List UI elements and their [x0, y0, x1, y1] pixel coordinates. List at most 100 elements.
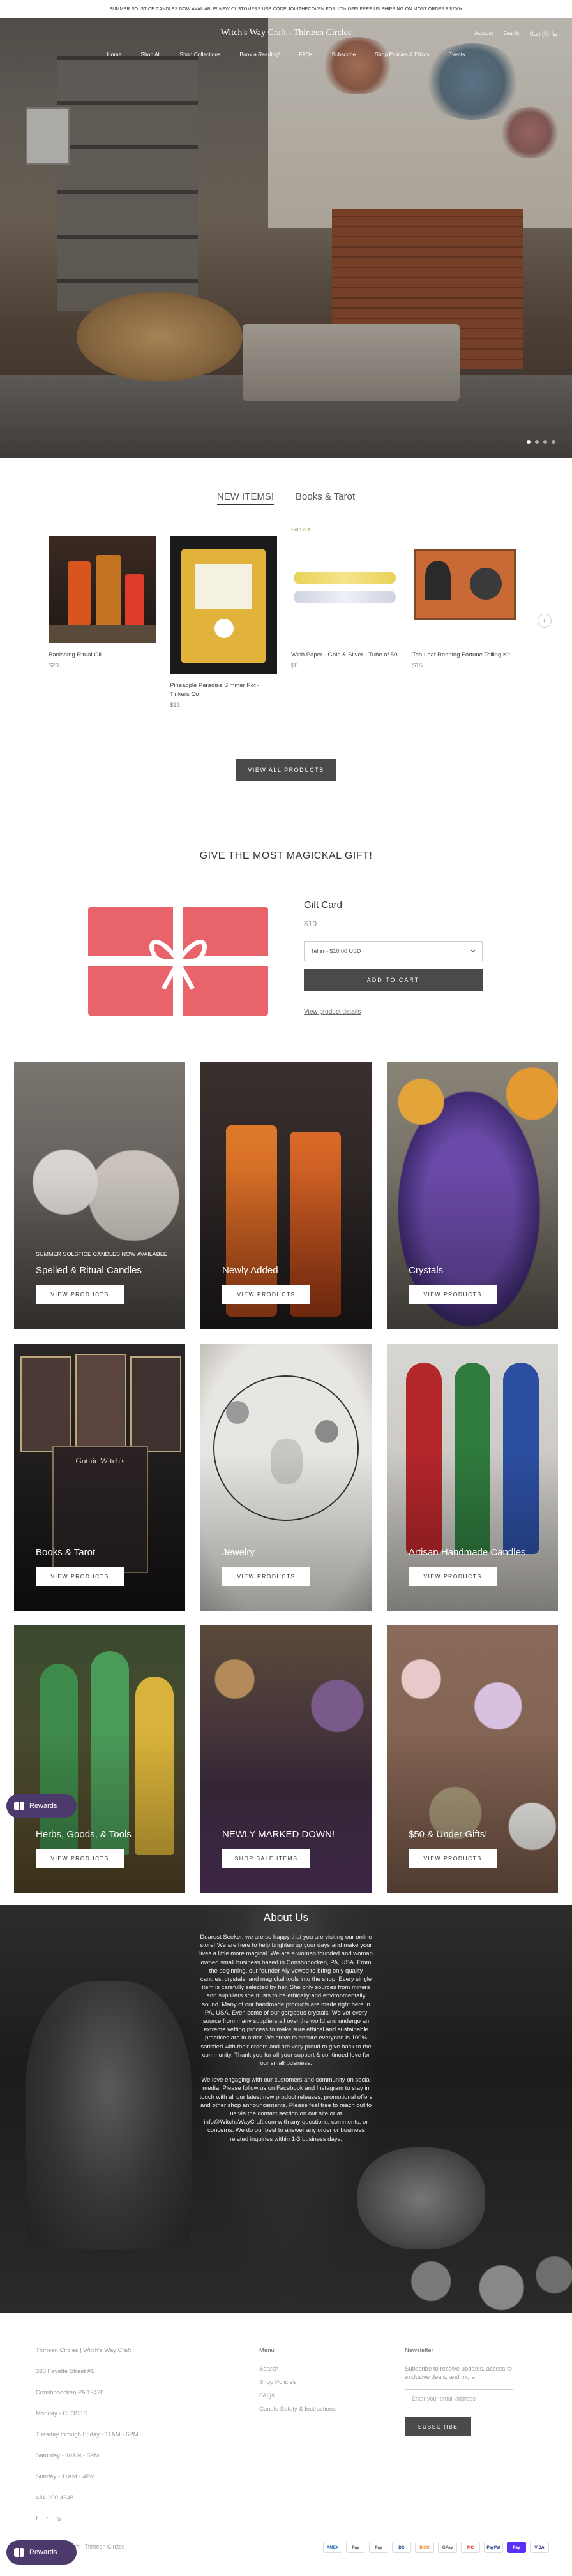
rewards-label: Rewards: [29, 1802, 57, 1810]
hours-sunday: Sunday - 11AM - 4PM: [36, 2473, 95, 2480]
facebook-icon[interactable]: f: [36, 2515, 38, 2523]
rewards-button[interactable]: Rewards: [6, 2540, 77, 2565]
google-pay-icon: GPay: [438, 2542, 457, 2553]
collection-card[interactable]: NEWLY MARKED DOWN! SHOP SALE ITEMS: [200, 1625, 372, 1893]
store-phone: 484-200-4648: [36, 2494, 74, 2501]
view-all-products-button[interactable]: VIEW ALL PRODUCTS: [236, 759, 336, 781]
menu-item-subscribe[interactable]: Subscribe: [331, 51, 356, 57]
store-city: Conshohocken PA 19428: [36, 2389, 104, 2396]
product-image[interactable]: [412, 536, 520, 643]
about-background-skull: [358, 2147, 485, 2249]
slideshow-dots: [527, 440, 555, 444]
product-card[interactable]: Pineapple Paradise Simmer Pot - Tinkers …: [170, 536, 277, 709]
collection-title: $50 & Under Gifts!: [409, 1829, 488, 1840]
menu-item-shop-collections[interactable]: Shop Collections: [180, 51, 221, 57]
product-card[interactable]: Sold out Wish Paper - Gold & Silver - Tu…: [291, 527, 398, 669]
menu-item-events[interactable]: Events: [448, 51, 465, 57]
amex-icon: AMEX: [323, 2542, 342, 2553]
footer-newsletter: Newsletter Subscribe to receive updates,…: [405, 2346, 532, 2436]
view-products-button[interactable]: VIEW PRODUCTS: [409, 1849, 497, 1868]
footer-link-candle-safety[interactable]: Candle Safety & Instructions: [259, 2405, 361, 2413]
product-name[interactable]: Wish Paper - Gold & Silver - Tube of 50: [291, 651, 398, 660]
product-price: $15: [412, 662, 423, 669]
hours-saturday: Saturday - 10AM - 5PM: [36, 2452, 100, 2459]
collection-title: Crystals: [409, 1265, 444, 1276]
about-paragraph: Dearest Seeker, we are so happy that you…: [199, 1934, 373, 2068]
collection-card[interactable]: $50 & Under Gifts! VIEW PRODUCTS: [387, 1625, 558, 1893]
collection-card[interactable]: Artisan Handmade Candles VIEW PRODUCTS: [387, 1344, 558, 1611]
gift-title: Gift Card: [304, 899, 343, 910]
product-image[interactable]: [291, 536, 398, 643]
product-tabs: NEW ITEMS! Books & Tarot: [0, 491, 572, 505]
announcement-text: SUMMER SOLSTICE CANDLES NOW AVAILABLE! N…: [109, 6, 463, 11]
product-name[interactable]: Tea Leaf Reading Fortune Telling Kit: [412, 651, 520, 660]
product-card[interactable]: Tea Leaf Reading Fortune Telling Kit $15: [412, 536, 520, 669]
view-products-button[interactable]: VIEW PRODUCTS: [222, 1285, 310, 1304]
newsletter-email-input[interactable]: Enter your email address: [405, 2389, 513, 2408]
twitter-icon[interactable]: t: [47, 2515, 49, 2523]
view-products-button[interactable]: VIEW PRODUCTS: [409, 1567, 497, 1586]
announcement-bar: SUMMER SOLSTICE CANDLES NOW AVAILABLE! N…: [0, 0, 572, 18]
gift-bow-icon: [88, 907, 268, 1016]
about-text: Dearest Seeker, we are so happy that you…: [199, 1933, 373, 2143]
view-products-button[interactable]: VIEW PRODUCTS: [36, 1567, 124, 1586]
product-price: $13: [170, 702, 180, 709]
slide-dot[interactable]: [535, 440, 539, 444]
footer-link-shop-policies[interactable]: Shop Policies: [259, 2378, 361, 2387]
view-products-button[interactable]: VIEW PRODUCTS: [36, 1849, 124, 1868]
product-name[interactable]: Banishing Ritual Oil: [49, 651, 156, 660]
product-price: $8: [291, 662, 298, 669]
payment-icons: AMEX Pay Pay DC DISC GPay MC PayPal Pay …: [323, 2542, 549, 2553]
collection-card[interactable]: Crystals VIEW PRODUCTS: [387, 1062, 558, 1329]
about-section: About Us Dearest Seeker, we are so happy…: [0, 1905, 572, 2313]
collection-card[interactable]: Newly Added VIEW PRODUCTS: [200, 1062, 372, 1329]
about-background-apples: [396, 2249, 572, 2313]
product-name[interactable]: Pineapple Paradise Simmer Pot - Tinkers …: [170, 681, 277, 699]
rewards-button[interactable]: Rewards: [6, 1794, 77, 1818]
view-products-button[interactable]: VIEW PRODUCTS: [409, 1285, 497, 1304]
hero-slideshow[interactable]: [0, 18, 572, 458]
shop-sale-items-button[interactable]: SHOP SALE ITEMS: [222, 1849, 310, 1868]
product-image[interactable]: [170, 536, 277, 674]
view-products-button[interactable]: VIEW PRODUCTS: [36, 1285, 124, 1304]
cart-icon: [552, 31, 558, 37]
menu-item-policies[interactable]: Shop Policies & Ethics: [375, 51, 429, 57]
footer-link-search[interactable]: Search: [259, 2365, 361, 2373]
collection-card[interactable]: Herbs, Goods, & Tools VIEW PRODUCTS: [14, 1625, 185, 1893]
tab-books-tarot[interactable]: Books & Tarot: [296, 491, 355, 505]
paypal-icon: PayPal: [484, 2542, 503, 2553]
carousel-next-button[interactable]: ›: [538, 614, 552, 628]
shop-pay-icon: Pay: [507, 2542, 526, 2553]
slide-dot[interactable]: [552, 440, 555, 444]
gift-denomination-select[interactable]: Teller - $10.00 USD: [304, 941, 483, 961]
collection-card[interactable]: Gothic Witch's Books & Tarot VIEW PRODUC…: [14, 1344, 185, 1611]
instagram-icon[interactable]: ◎: [57, 2515, 62, 2523]
cart-link[interactable]: Cart (0): [529, 31, 558, 37]
menu-item-book-reading[interactable]: Book a Reading!: [239, 51, 280, 57]
gift-card-image[interactable]: [88, 907, 268, 1016]
view-products-button[interactable]: VIEW PRODUCTS: [222, 1567, 310, 1586]
add-to-cart-button[interactable]: ADD TO CART: [304, 969, 483, 991]
slide-dot[interactable]: [527, 440, 531, 444]
menu-item-home[interactable]: Home: [107, 51, 122, 57]
footer-address: Thirteen Circles | Witch's Way Craft 320…: [36, 2346, 176, 2523]
sold-out-badge: Sold out: [291, 527, 310, 533]
newsletter-text: Subscribe to receive updates, access to …: [405, 2365, 512, 2381]
view-product-details-link[interactable]: View product details: [304, 1009, 483, 1016]
menu-item-faqs[interactable]: FAQs: [299, 51, 312, 57]
gift-icon: [14, 2548, 24, 2557]
tab-new-items[interactable]: NEW ITEMS!: [216, 491, 275, 505]
product-image[interactable]: [49, 536, 156, 643]
gift-select-value: Teller - $10.00 USD: [311, 948, 361, 954]
pay-icon: Pay: [369, 2542, 388, 2553]
collection-card[interactable]: Jewelry VIEW PRODUCTS: [200, 1344, 372, 1611]
subscribe-button[interactable]: SUBSCRIBE: [405, 2417, 471, 2436]
footer-link-faqs[interactable]: FAQs: [259, 2392, 361, 2400]
menu-item-shop-all[interactable]: Shop All: [140, 51, 160, 57]
collection-card[interactable]: SUMMER SOLSTICE CANDLES NOW AVAILABLE Sp…: [14, 1062, 185, 1329]
newsletter-placeholder: Enter your email address: [412, 2395, 476, 2402]
account-link[interactable]: Account: [474, 31, 493, 37]
search-link[interactable]: Search: [503, 31, 519, 37]
slide-dot[interactable]: [543, 440, 547, 444]
product-card[interactable]: Banishing Ritual Oil $20: [49, 536, 156, 669]
